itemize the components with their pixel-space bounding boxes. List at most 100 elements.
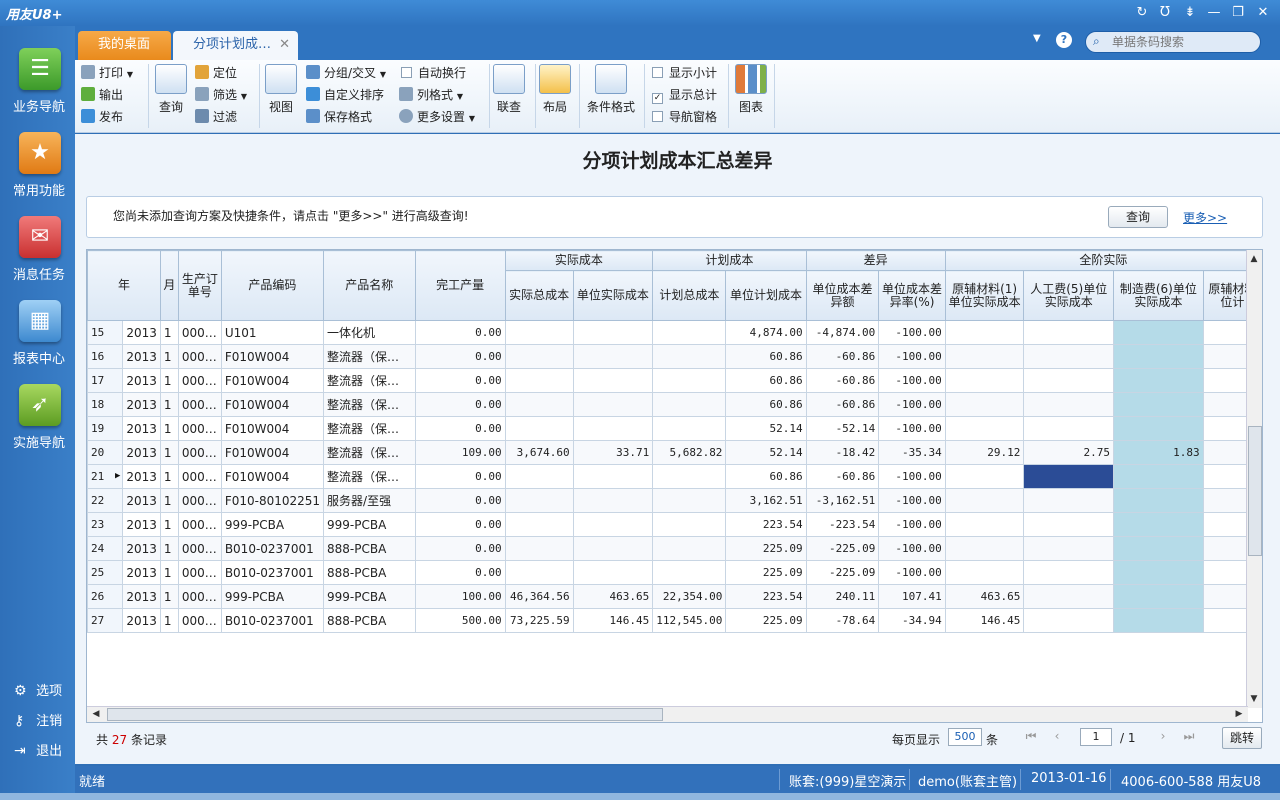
cell-y[interactable]: 2013 [122, 368, 161, 393]
cell-pt[interactable] [652, 368, 727, 393]
prev-page-icon[interactable]: ‹ [1048, 729, 1066, 747]
cell-pu[interactable]: 60.86 [725, 344, 807, 369]
cell-at[interactable] [504, 560, 574, 585]
cell-c2[interactable] [1023, 584, 1115, 609]
col-full-material[interactable]: 原辅材料(1)单位实际成本 [944, 270, 1025, 321]
scroll-down-icon[interactable]: ▼ [1247, 692, 1261, 706]
custom-sort-button[interactable]: 自定义排序 [306, 85, 384, 105]
cell-au[interactable] [572, 512, 654, 537]
cell-au[interactable] [572, 488, 654, 513]
cell-rn[interactable]: 25 [87, 560, 124, 585]
last-page-icon[interactable]: ⏭ [1180, 729, 1198, 747]
cell-code[interactable]: B010-0237001 [220, 536, 325, 561]
cell-at[interactable] [504, 512, 574, 537]
cell-o[interactable]: 000… [177, 584, 222, 609]
cell-dr[interactable]: -100.00 [878, 488, 946, 513]
cell-c1[interactable] [944, 464, 1025, 489]
table-row[interactable]: 16 2013 1 000… F010W004 整流器（保… 0.00 60.86 -60.86… [87, 344, 1262, 369]
cell-qty[interactable]: 0.00 [414, 320, 506, 345]
goto-button[interactable]: 跳转 [1222, 727, 1262, 749]
cell-c1[interactable] [944, 368, 1025, 393]
cell-qty[interactable]: 0.00 [414, 368, 506, 393]
nav-favorites[interactable]: ★ 常用功能 [0, 132, 75, 216]
cell-rn[interactable]: 15 [87, 320, 124, 345]
cell-o[interactable]: 000… [177, 608, 222, 633]
cell-qty[interactable]: 100.00 [414, 584, 506, 609]
cell-c3[interactable] [1113, 584, 1204, 609]
cell-at[interactable] [504, 488, 574, 513]
table-row[interactable]: 24 2013 1 000… B010-0237001 888-PCBA 0.00 225.0… [87, 536, 1262, 561]
cell-at[interactable] [504, 368, 574, 393]
cell-at[interactable] [504, 344, 574, 369]
cell-c2[interactable]: 2.75 [1023, 440, 1115, 465]
cell-au[interactable] [572, 464, 654, 489]
cell-c2[interactable] [1023, 368, 1115, 393]
nav-pane-checkbox[interactable] [652, 111, 663, 122]
cell-pt[interactable] [652, 464, 727, 489]
cell-qty[interactable]: 0.00 [414, 392, 506, 417]
cell-y[interactable]: 2013 [122, 416, 161, 441]
tab-my-desktop[interactable]: 我的桌面 [78, 31, 171, 60]
table-row[interactable]: 23 2013 1 000… 999-PCBA 999-PCBA 0.00 223.54 -22… [87, 512, 1262, 537]
col-full-mfg[interactable]: 制造费(6)单位实际成本 [1113, 270, 1204, 321]
chart-button[interactable]: 图表 [729, 64, 773, 115]
col-month[interactable]: 月 [159, 250, 179, 321]
cell-c2[interactable] [1023, 344, 1115, 369]
cell-pt[interactable] [652, 320, 727, 345]
exit-link[interactable]: ⇥ 退出 [14, 740, 62, 760]
cell-m[interactable]: 1 [159, 440, 179, 465]
col-diff-rate[interactable]: 单位成本差异率(%) [878, 270, 946, 321]
cell-c3[interactable] [1113, 320, 1204, 345]
cell-code[interactable]: F010W004 [220, 416, 325, 441]
cell-y[interactable]: 2013 [122, 488, 161, 513]
cell-c2[interactable] [1023, 512, 1115, 537]
cell-y[interactable]: 2013 [122, 464, 161, 489]
cell-pu[interactable]: 4,874.00 [725, 320, 807, 345]
cell-c1[interactable]: 463.65 [944, 584, 1025, 609]
cell-rn[interactable]: 19 [87, 416, 124, 441]
cell-c3[interactable] [1113, 368, 1204, 393]
cell-c3[interactable] [1113, 608, 1204, 633]
col-year[interactable]: 年 [87, 250, 161, 321]
linked-query-button[interactable]: 联查 [487, 64, 531, 115]
cell-pt[interactable] [652, 392, 727, 417]
cell-rn[interactable]: 20 [87, 440, 124, 465]
cell-name[interactable]: 888-PCBA [323, 536, 416, 561]
cell-c1[interactable] [944, 416, 1025, 441]
table-row[interactable]: 22 2013 1 000… F010-80102251 服务器/至强 0.00 3,162.… [87, 488, 1262, 513]
col-full-labor[interactable]: 人工费(5)单位实际成本 [1023, 270, 1115, 321]
cell-c3[interactable] [1113, 416, 1204, 441]
search-input[interactable]: 单据条码搜索 [1085, 31, 1261, 53]
cell-rn[interactable]: 26 [87, 584, 124, 609]
cell-c2[interactable] [1023, 320, 1115, 345]
cell-da[interactable]: -225.09 [805, 536, 880, 561]
more-settings-button[interactable]: 更多设置 ▼ [399, 107, 475, 127]
col-qty[interactable]: 完工产量 [414, 250, 506, 321]
cell-dr[interactable]: -100.00 [878, 512, 946, 537]
cell-at[interactable] [504, 416, 574, 441]
cell-o[interactable]: 000… [177, 368, 222, 393]
col-plan-total[interactable]: 计划总成本 [652, 270, 727, 321]
col-name[interactable]: 产品名称 [323, 250, 416, 321]
cell-dr[interactable]: -100.00 [878, 560, 946, 585]
cell-at[interactable]: 73,225.59 [504, 608, 574, 633]
nav-reports[interactable]: ▦ 报表中心 [0, 300, 75, 384]
show-total-toggle[interactable]: ✓ 显示总计 [652, 85, 717, 105]
cell-dr[interactable]: -100.00 [878, 536, 946, 561]
cell-c3[interactable] [1113, 560, 1204, 585]
cell-at[interactable] [504, 320, 574, 345]
cell-m[interactable]: 1 [159, 560, 179, 585]
cell-da[interactable]: -225.09 [805, 560, 880, 585]
cell-dr[interactable]: -100.00 [878, 416, 946, 441]
cell-m[interactable]: 1 [159, 608, 179, 633]
cell-da[interactable]: -60.86 [805, 392, 880, 417]
auto-wrap-checkbox[interactable] [401, 67, 412, 78]
cell-name[interactable]: 整流器（保… [323, 440, 416, 465]
cell-rn[interactable]: 17 [87, 368, 124, 393]
cell-o[interactable]: 000… [177, 512, 222, 537]
cell-da[interactable]: -4,874.00 [805, 320, 880, 345]
next-page-icon[interactable]: › [1154, 729, 1172, 747]
cell-pt[interactable] [652, 512, 727, 537]
cell-name[interactable]: 整流器（保… [323, 392, 416, 417]
options-link[interactable]: ⚙ 选项 [14, 680, 62, 700]
